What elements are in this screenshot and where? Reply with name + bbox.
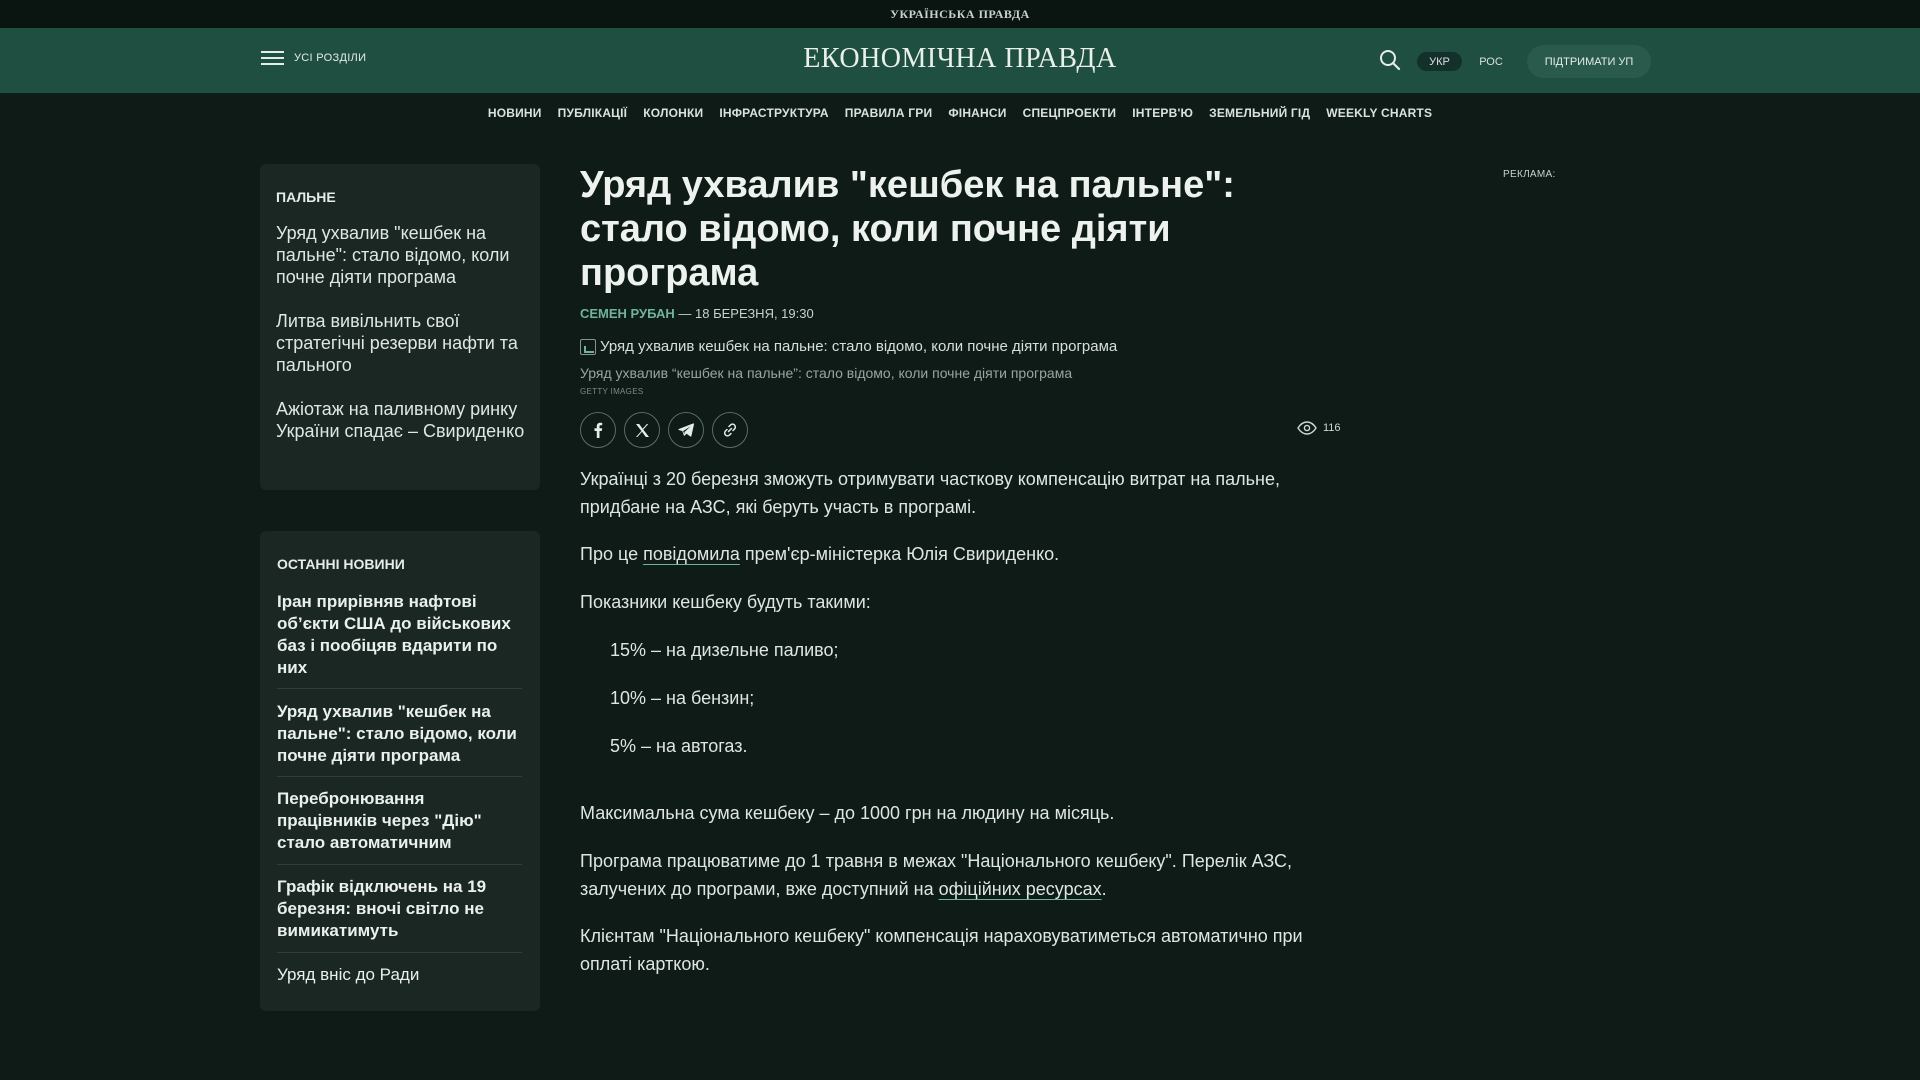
top-strip: УКРАЇНСЬКА ПРАВДА [0, 0, 1920, 28]
view-count: 116 [1323, 422, 1341, 434]
hamburger-menu-icon [261, 50, 284, 66]
nav-weekly-charts[interactable]: WEEKLY CHARTS [1326, 106, 1432, 120]
nav-special-projects[interactable]: СПЕЦПРОЕКТИ [1023, 106, 1117, 120]
nav-interviews[interactable]: ІНТЕРВ'Ю [1132, 106, 1193, 120]
broken-image-icon [580, 338, 596, 355]
divider [277, 688, 522, 689]
all-sections-label: УСІ РОЗДІЛИ [294, 52, 367, 64]
lang-ros-button[interactable]: РОС [1476, 52, 1506, 71]
article-title: Уряд ухвалив "кешбек на пальне": стало в… [580, 164, 1235, 294]
article-image: Уряд ухвалив кешбек на пальне: стало від… [580, 338, 1117, 355]
link-icon [723, 423, 737, 437]
nav-infrastructure[interactable]: ІНФРАСТРУКТУРА [719, 106, 828, 120]
latest-news-box: ОСТАННІ НОВИНИ Іран прирівняв нафтові об… [260, 531, 540, 1011]
facebook-icon [594, 422, 603, 438]
site-header: УСІ РОЗДІЛИ ЕКОНОМІЧНА ПРАВДА УКР РОС ПІ… [0, 28, 1920, 93]
article-paragraph: Максимальна сума кешбеку – до 1000 грн н… [580, 803, 1115, 823]
lang-ukr-button[interactable]: УКР [1417, 52, 1462, 71]
tag-item[interactable]: Ажіотаж на паливному ринку України спада… [276, 398, 526, 442]
article-paragraph: Показники кешбеку будуть такими: [580, 592, 871, 612]
news-item[interactable]: Графік відключень на 19 березня: вночі с… [277, 876, 522, 942]
text: Про це [580, 544, 644, 564]
tag-title[interactable]: ПАЛЬНЕ [276, 189, 336, 205]
link-text: повідомила [643, 544, 740, 564]
tag-item[interactable]: Уряд ухвалив "кешбек на пальне": стало в… [276, 222, 526, 288]
tag-box: ПАЛЬНЕ Уряд ухвалив "кешбек на пальне": … [260, 164, 540, 490]
article-paragraph: Клієнтам "Національного кешбеку" компенс… [580, 926, 1303, 974]
divider [277, 776, 522, 777]
search-icon[interactable] [1379, 49, 1401, 71]
x-icon [635, 423, 649, 437]
official-resources-link[interactable]: офіційних ресурсах [939, 879, 1102, 899]
news-item[interactable]: Іран прирівняв нафтові об’єкти США до ві… [277, 591, 522, 679]
list-item: 10% – на бензин; [610, 688, 755, 708]
support-button[interactable]: ПІДТРИМАТИ УП [1527, 45, 1651, 78]
facebook-share-button[interactable] [580, 412, 616, 448]
image-alt-text: Уряд ухвалив кешбек на пальне: стало від… [600, 338, 1118, 355]
publish-date: — 18 БЕРЕЗНЯ, 19:30 [674, 306, 814, 321]
article-paragraph: Українці з 20 березня зможуть отримувати… [580, 469, 1280, 517]
view-counter: 116 [1297, 421, 1341, 435]
link-text: офіційних ресурсах [938, 879, 1102, 899]
byline: СЕМЕН РУБАН — 18 БЕРЕЗНЯ, 19:30 [580, 306, 814, 321]
news-item[interactable]: Переброн­ювання працівників через "Дію" … [277, 788, 522, 854]
up-brand-link[interactable]: УКРАЇНСЬКА ПРАВДА [890, 7, 1030, 22]
news-item[interactable]: Уряд ухвалив "кешбек на пальне": стало в… [277, 701, 522, 767]
ad-label: РЕКЛАМА: [1503, 169, 1556, 180]
list-item: 15% – на дизельне паливо; [610, 640, 839, 660]
telegram-share-button[interactable] [668, 412, 704, 448]
x-share-button[interactable] [624, 412, 660, 448]
source-link[interactable]: повідомила [643, 544, 740, 564]
eye-icon [1297, 421, 1317, 435]
nav-publications[interactable]: ПУБЛІКАЦІЇ [558, 106, 628, 120]
image-caption: Уряд ухвалив “кешбек на пальне”: стало в… [580, 365, 1073, 381]
nav-news[interactable]: НОВИНИ [488, 106, 542, 120]
nav-finance[interactable]: ФІНАНСИ [948, 106, 1006, 120]
latest-news-title: ОСТАННІ НОВИНИ [277, 556, 405, 572]
image-credit: GETTY IMAGES [580, 387, 644, 396]
all-sections-button[interactable]: УСІ РОЗДІЛИ [261, 50, 366, 66]
nav-columns[interactable]: КОЛОНКИ [643, 106, 703, 120]
list-item: 5% – на автогаз. [610, 736, 748, 756]
nav-rules[interactable]: ПРАВИЛА ГРИ [845, 106, 933, 120]
author-link[interactable]: СЕМЕН РУБАН [580, 306, 675, 321]
tag-item[interactable]: Литва вивільнить свої стратегічні резерв… [276, 310, 526, 376]
copy-link-button[interactable] [712, 412, 748, 448]
text: . [1101, 879, 1107, 899]
logo-text[interactable]: ЕКОНОМІЧНА ПРАВДА [803, 43, 1116, 74]
nav-land-guide[interactable]: ЗЕМЕЛЬНИЙ ГІД [1209, 106, 1310, 120]
text: прем'єр-міністерка Юлія Свириденко. [739, 544, 1060, 564]
article-paragraph: Про це повідомила прем'єр-міністерка Юлі… [580, 540, 1330, 568]
main-nav: НОВИНИ ПУБЛІКАЦІЇ КОЛОНКИ ІНФРАСТРУКТУРА… [0, 93, 1920, 133]
news-item[interactable]: Уряд вніс до Ради [277, 964, 522, 986]
divider [277, 864, 522, 865]
divider [277, 952, 522, 953]
article-paragraph: Програма працюватиме до 1 травня в межах… [580, 847, 1330, 903]
telegram-icon [678, 423, 694, 437]
text: Програма працюватиме до 1 травня в межах… [580, 851, 1293, 899]
